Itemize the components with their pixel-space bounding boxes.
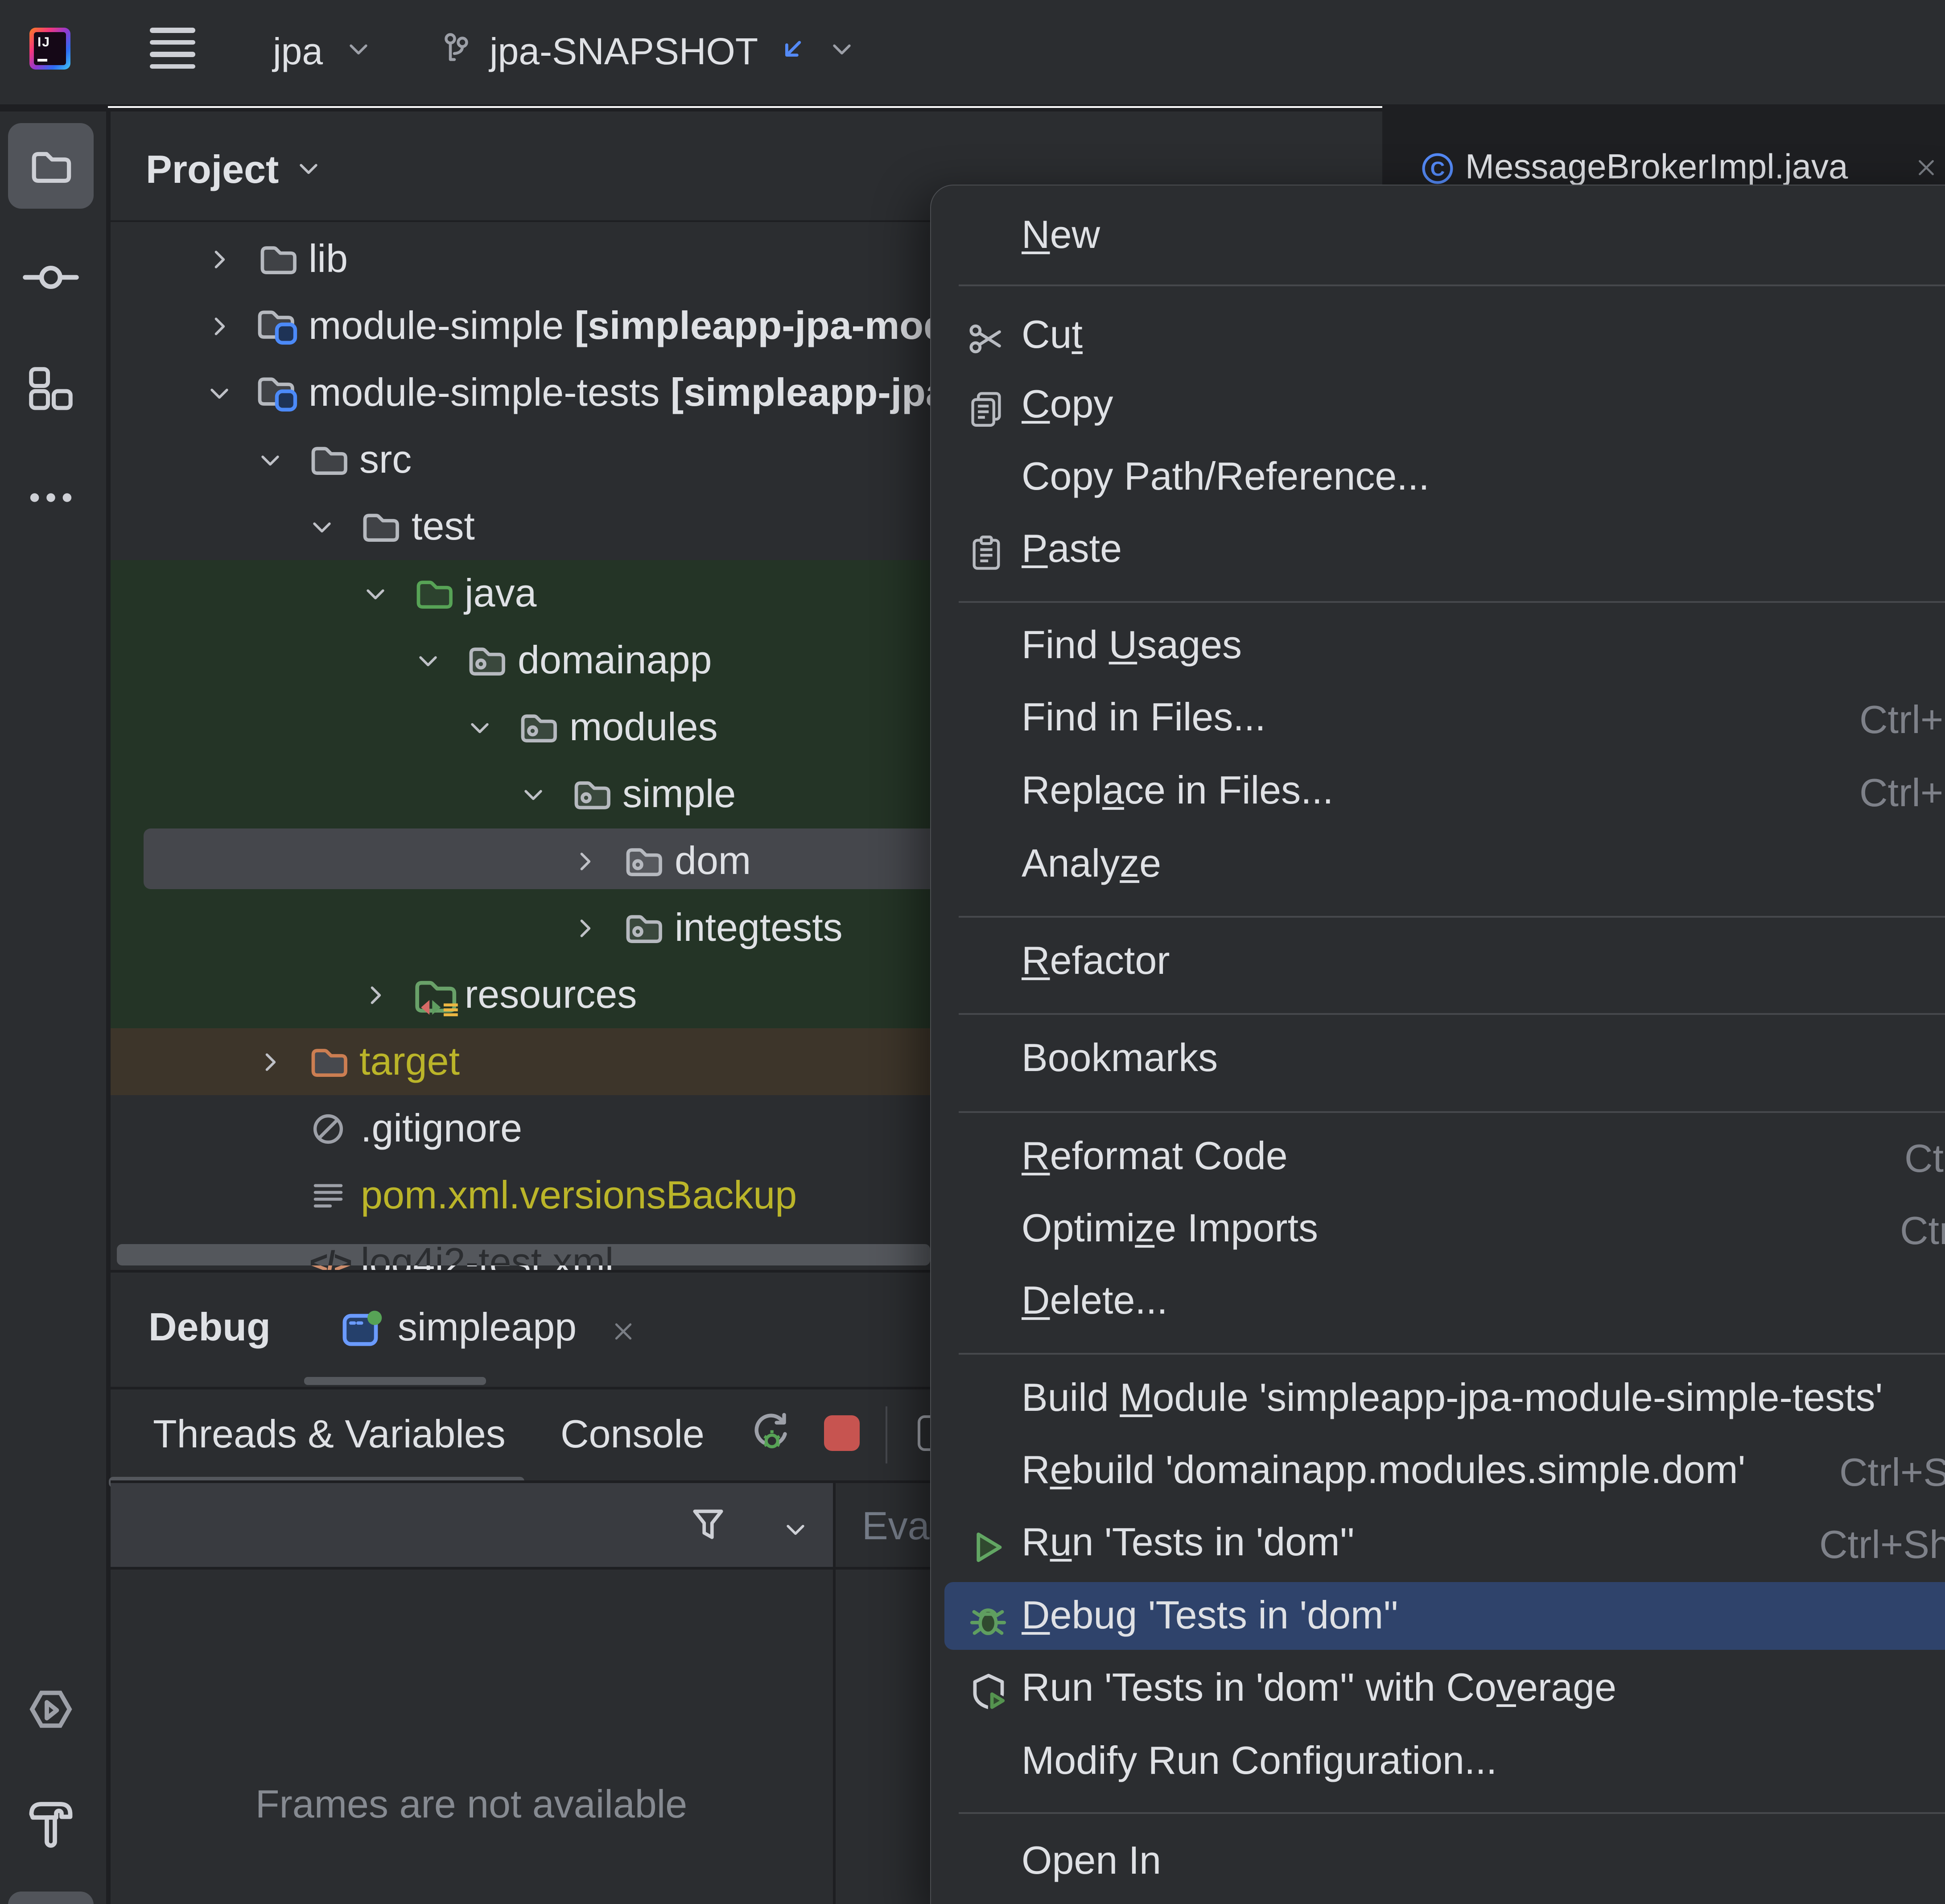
svg-text:C: C: [1430, 157, 1445, 180]
